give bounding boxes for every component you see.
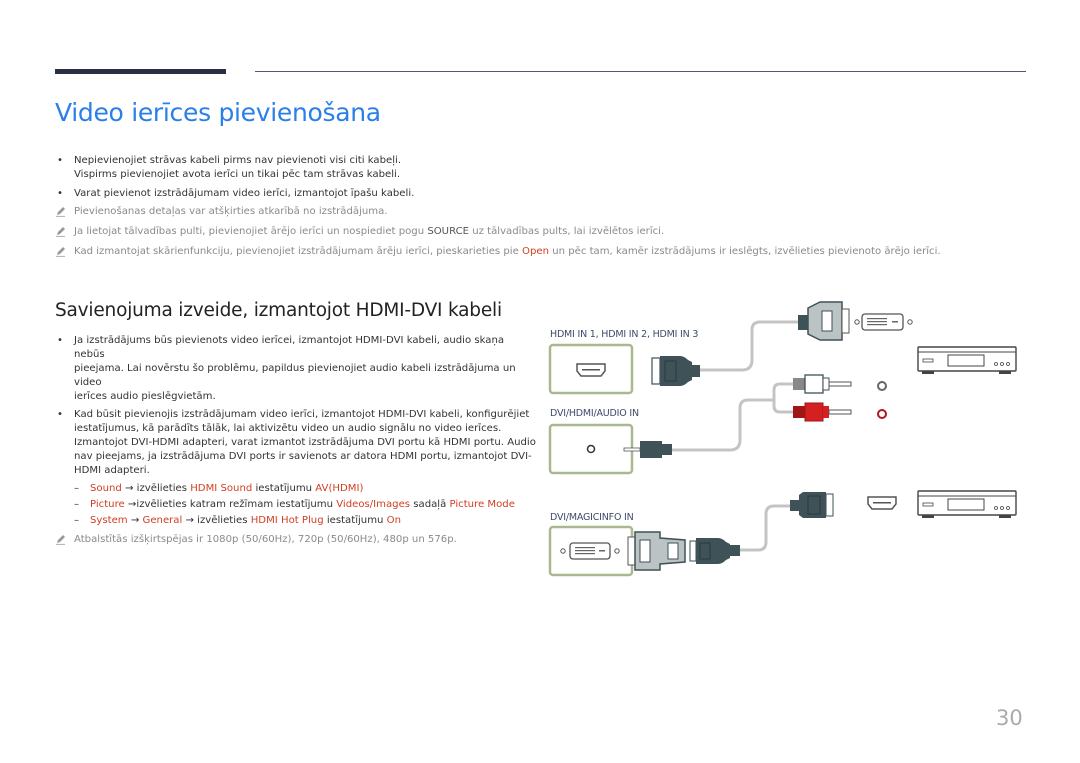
connection-diagram (548, 301, 1017, 577)
video-player-device (917, 490, 1017, 518)
audio-cable-red (772, 400, 795, 414)
audio-jack-icon (586, 444, 596, 454)
hdmi-port-panel (548, 343, 634, 395)
audio-cable (655, 398, 774, 452)
page-number: 30 (996, 706, 1023, 730)
dvi-hdmi-adapter (627, 531, 686, 571)
audio-jack-red-icon (877, 409, 887, 419)
dvi-hdmi-cable (740, 504, 790, 552)
dvi-plug (798, 301, 850, 341)
video-player-device (917, 346, 1017, 374)
dvi-port-device (854, 313, 913, 331)
hdmi-cable (695, 320, 800, 372)
audio-cable-white (772, 382, 795, 400)
hdmi-plug (689, 538, 740, 564)
rca-plug-white (793, 374, 852, 394)
rca-plug-red (793, 402, 852, 422)
audio-jack-white-icon (877, 381, 887, 391)
audio-port-panel (548, 423, 634, 475)
dvi-port-panel (548, 525, 634, 577)
hdmi-plug (790, 492, 834, 518)
hdmi-plug (651, 356, 700, 386)
